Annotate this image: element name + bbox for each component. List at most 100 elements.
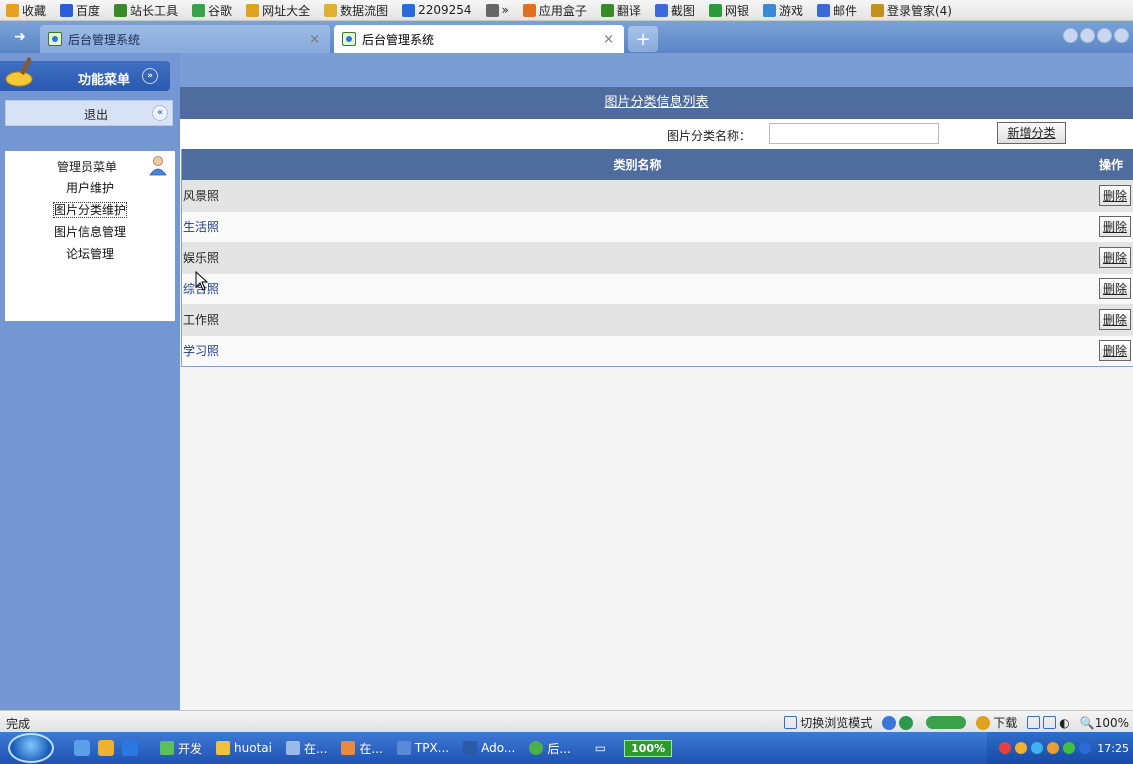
more-icon (485, 3, 499, 17)
favorite-item[interactable]: » (485, 3, 509, 17)
delete-button[interactable]: 删除 (1099, 340, 1132, 361)
tray-icon[interactable] (1047, 742, 1060, 754)
favorite-item[interactable]: 谷歌 (192, 2, 232, 19)
sidebar-item-photo-category[interactable]: 图片分类维护 (5, 201, 175, 218)
taskbar: 开发 huotai 在... 在... TPX... Ado... 后... ▭… (0, 732, 1133, 764)
mail-icon (816, 3, 830, 17)
toggle-icon[interactable] (926, 716, 967, 729)
favorite-item[interactable]: 网址大全 (246, 2, 310, 19)
key-icon (870, 3, 884, 17)
tab-backend-1[interactable]: 后台管理系统 × (40, 25, 330, 53)
ie-icon[interactable] (882, 715, 897, 730)
favorite-item[interactable]: 游戏 (762, 2, 803, 19)
window-controls (1061, 28, 1129, 43)
speaker-icon[interactable]: ◐ (1059, 716, 1069, 730)
box-icon (522, 3, 536, 17)
favorite-item[interactable]: 站长工具 (114, 2, 178, 19)
zoom-control[interactable]: 🔍 100% (1080, 716, 1129, 730)
taskbar-item[interactable]: 开发 (160, 740, 202, 757)
taskbar-item[interactable]: huotai (216, 741, 272, 755)
expand-menu-icon[interactable]: » (142, 68, 158, 84)
table-row: 综合照 删除 (182, 273, 1133, 305)
start-button[interactable] (8, 733, 54, 763)
download-button[interactable]: 下载 (976, 714, 1017, 731)
sidebar-item-forum[interactable]: 论坛管理 (5, 245, 175, 262)
tab-close-icon[interactable]: × (603, 32, 614, 47)
minimize-icon[interactable] (1063, 28, 1078, 43)
page-icon (48, 32, 62, 46)
window-icon (285, 741, 300, 755)
ie-icon[interactable] (122, 740, 138, 756)
table-border-bottom (182, 366, 1133, 367)
tools-icon (114, 3, 128, 17)
favorite-item[interactable]: 登录管家(4) (870, 2, 952, 19)
status-text: 完成 (6, 717, 31, 731)
taskbar-item[interactable]: 在... (341, 740, 383, 757)
tray-icon[interactable] (999, 742, 1012, 754)
sidebar-toggle-icon[interactable]: ➜ (0, 21, 40, 53)
favorite-item[interactable]: 数据流图 (324, 2, 388, 19)
delete-button[interactable]: 删除 (1099, 247, 1132, 268)
collapse-sidebar-icon[interactable]: « (152, 105, 168, 121)
admin-menu-panel: 管理员菜单 用户维护 图片分类维护 图片信息管理 论坛管理 (5, 151, 175, 321)
tray-icon[interactable] (1063, 742, 1076, 754)
taskbar-item[interactable]: TPX... (396, 741, 449, 755)
logout-link[interactable]: 退出 (84, 106, 108, 123)
tree-icon (160, 741, 174, 755)
switch-mode-button[interactable]: 切换浏览模式 (784, 714, 872, 731)
delete-button[interactable]: 删除 (1099, 216, 1132, 237)
favorite-item[interactable]: 邮件 (816, 2, 857, 19)
star-icon (6, 3, 19, 17)
tab-backend-2[interactable]: 后台管理系统 × (334, 25, 624, 53)
favorite-item[interactable]: 收藏 (6, 2, 46, 19)
taskbar-item[interactable]: Ado... (463, 741, 515, 755)
delete-button[interactable]: 删除 (1099, 278, 1132, 299)
download-icon (976, 715, 991, 730)
table-row: 生活照 删除 (182, 211, 1133, 243)
show-desktop-icon[interactable] (74, 740, 90, 756)
folder-icon (216, 741, 231, 755)
taskbar-item[interactable]: 后... (529, 740, 571, 757)
add-category-button[interactable]: 新增分类 (997, 122, 1066, 144)
category-name-input[interactable] (769, 123, 939, 144)
new-tab-button[interactable]: + (628, 26, 658, 52)
tab-close-icon[interactable]: × (309, 32, 320, 47)
screen-icon[interactable] (1043, 716, 1057, 729)
favorite-item[interactable]: 网银 (708, 2, 749, 19)
sidebar-item-photo-info[interactable]: 图片信息管理 (5, 223, 175, 240)
taskbar-item[interactable]: 在... (285, 740, 327, 757)
page-icon[interactable] (1027, 716, 1041, 729)
status-bar: 完成 切换浏览模式 下载 ◐ 🔍 100% (0, 710, 1133, 732)
tray-icon[interactable] (1031, 742, 1044, 754)
magnifier-icon: 🔍 (1079, 715, 1095, 730)
table-row: 学习照 删除 (182, 335, 1133, 367)
favorite-item[interactable]: 翻译 (600, 2, 641, 19)
list-title-link[interactable]: 图片分类信息列表 (604, 95, 708, 110)
favorite-item[interactable]: 截图 (654, 2, 695, 19)
admin-menu-title: 管理员菜单 (57, 160, 118, 174)
restore-icon[interactable] (1080, 28, 1095, 43)
delete-button[interactable]: 删除 (1099, 184, 1132, 206)
function-menu-header: 功能菜单 » (0, 56, 170, 91)
favorite-item[interactable]: 应用盒子 (522, 2, 587, 19)
sidebar-item-user-maintenance[interactable]: 用户维护 (5, 179, 175, 196)
table-row: 工作照 删除 (182, 304, 1133, 336)
category-name-label: 图片分类名称： (667, 129, 752, 143)
browser-icon[interactable] (98, 740, 114, 756)
shield-icon[interactable] (1079, 742, 1092, 754)
favorite-item[interactable]: 2209254 (402, 3, 472, 17)
table-header-row: 类别名称 操作 (182, 149, 1133, 180)
page-icon (342, 32, 356, 46)
baidu-icon (60, 3, 74, 17)
favorites-bar: 收藏 百度 站长工具 谷歌 网址大全 数据流图 2209254 » 应用盒子 翻译 截图 网银 游戏 邮件… (0, 0, 1133, 21)
globe-icon (246, 3, 260, 17)
quick-launch (74, 740, 146, 756)
chrome-mode-icon[interactable] (899, 715, 914, 730)
keyboard-icon[interactable]: ▭ (595, 741, 606, 755)
maximize-icon[interactable] (1097, 28, 1112, 43)
tray-icon[interactable] (1015, 742, 1028, 754)
close-window-icon[interactable] (1114, 28, 1129, 43)
favorite-item[interactable]: 百度 (60, 2, 100, 19)
delete-button[interactable]: 删除 (1099, 309, 1132, 330)
bank-icon (708, 3, 722, 17)
